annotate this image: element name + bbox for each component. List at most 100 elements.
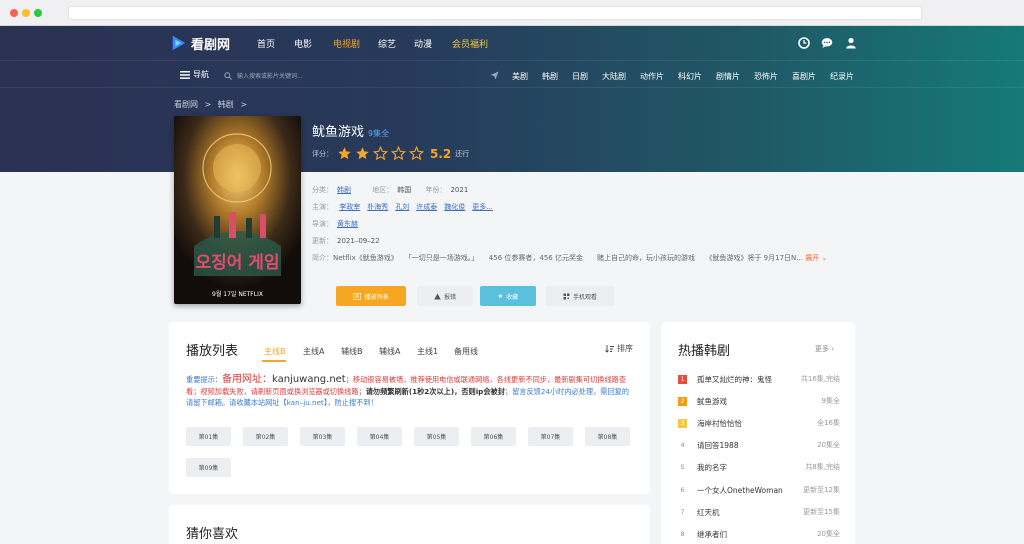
maximize-window-dot[interactable] [34,9,42,17]
cast-link[interactable]: 魏化俊 [444,203,465,211]
star-filled-icon[interactable] [355,146,370,161]
address-bar[interactable] [68,6,922,20]
breadcrumb-separator: > [204,100,212,109]
category-documentary[interactable]: 纪录片 [830,71,854,82]
category-japanese-drama[interactable]: 日剧 [572,71,588,82]
tab-main-b[interactable]: 主线B [264,346,286,357]
episode-button[interactable]: 第03集 [300,427,345,446]
breadcrumb-separator: > [240,100,248,109]
rank-badge: 2 [678,396,687,406]
episode-button[interactable]: 第04集 [357,427,402,446]
description: 简介：Netflix《鱿鱼游戏》 「一切只是一场游戏。」 456 位参赛者，45… [312,252,852,264]
show-poster[interactable]: 오징어 게임 9월 17일 NETFLIX [174,116,301,304]
desc-expand-link[interactable]: 展开 ⌄ [805,254,827,262]
rating-stars[interactable] [337,146,427,161]
cast-link[interactable]: 朴海秀 [367,203,388,211]
rating-label: 评分： [312,149,333,158]
site-logo[interactable]: 看剧网 [170,33,230,53]
tab-aux-a[interactable]: 辅线A [379,346,400,357]
notice-label: 重要提示： [186,375,222,384]
hot-list-item[interactable]: 3 海岸村恰恰恰 全16集 [678,416,840,430]
close-window-dot[interactable] [10,9,18,17]
episode-button[interactable]: 第07集 [528,427,573,446]
sort-button[interactable]: 排序 [605,343,633,354]
nav-tv-series[interactable]: 电视剧 [333,37,360,50]
category-link[interactable]: 韩剧 [337,186,351,194]
hot-item-status: 共16集,完结 [800,375,840,383]
episodes-badge: 9集全 [368,129,390,138]
nav-variety[interactable]: 综艺 [378,37,396,50]
tab-main-1[interactable]: 主线1 [417,346,438,357]
sort-label: 排序 [617,344,633,353]
star-filled-icon[interactable] [337,146,352,161]
hot-list-item[interactable]: 7 红天机 更新至15集 [678,505,840,519]
tab-main-a[interactable]: 主线A [303,346,324,357]
category-label: 分类： [312,186,333,194]
hot-list-item[interactable]: 4 请回答1988 20集全 [678,438,840,452]
cast-link[interactable]: 李政宰 [339,203,360,211]
mobile-watch-button[interactable]: 手机观看 [546,286,614,306]
updated-value: 2021–09–22 [337,237,380,245]
hot-list-item[interactable]: 2 鱿鱼游戏 9集全 [678,394,840,408]
menu-label: 导航 [193,70,209,79]
clock-icon[interactable] [798,37,810,49]
category-korean-drama[interactable]: 韩剧 [542,71,558,82]
report-button[interactable]: 报错 [417,286,473,306]
hot-list-item[interactable]: 6 一个女人OnetheWoman 更新至12集 [678,483,840,497]
breadcrumb-home[interactable]: 看剧网 [174,100,198,109]
category-us-drama[interactable]: 美剧 [512,71,528,82]
category-mainland-drama[interactable]: 大陆剧 [602,71,626,82]
director-link[interactable]: 黄东赫 [337,220,358,228]
nav-movies[interactable]: 电影 [294,37,312,50]
notice-text: 重要提示：备用网址：kanjuwang.net；移动很容易被墙，推荐使用电信或联… [186,374,632,409]
nav-anime[interactable]: 动漫 [414,37,432,50]
category-drama[interactable]: 剧情片 [716,71,740,82]
hot-item-name: 鱿鱼游戏 [697,396,727,406]
hot-item-name: 红天机 [697,507,720,517]
episode-button[interactable]: 第06集 [471,427,516,446]
breadcrumb-section[interactable]: 韩剧 [218,100,234,109]
episode-button[interactable]: 第01集 [186,427,231,446]
site-header: 看剧网 首页 电影 电视剧 综艺 动漫 会员福利 导航 输入搜索或影片关键词..… [0,26,1024,172]
episode-button[interactable]: 第05集 [414,427,459,446]
minimize-window-dot[interactable] [22,9,30,17]
nav-member-benefits[interactable]: 会员福利 [452,37,488,50]
menu-button[interactable]: 导航 [180,69,209,80]
hot-list-item[interactable]: 1 孤单又灿烂的神：鬼怪 共16集,完结 [678,372,840,386]
star-empty-icon[interactable] [391,146,406,161]
star-empty-icon[interactable] [373,146,388,161]
nav-home[interactable]: 首页 [257,37,275,50]
episode-button[interactable]: 第02集 [243,427,288,446]
playlist-title: 播放列表 [186,344,239,359]
cast-row: 主演： 李政宰 朴海秀 孔刘 许成泰 魏化俊 更多... [312,202,500,212]
search-input[interactable]: 输入搜索或影片关键词... [224,70,474,81]
hot-more-link[interactable]: 更多 › [815,344,834,354]
cast-more-link[interactable]: 更多... [472,203,493,211]
rank-badge: 1 [678,374,687,384]
category-comedy[interactable]: 喜剧片 [792,71,816,82]
chat-icon[interactable] [821,37,833,49]
user-icon[interactable] [845,37,857,49]
episode-button[interactable]: 第08集 [585,427,630,446]
category-action[interactable]: 动作片 [640,71,664,82]
category-scifi[interactable]: 科幻片 [678,71,702,82]
hot-item-status: 全16集 [817,419,840,427]
category-horror[interactable]: 恐怖片 [754,71,778,82]
play-list-button[interactable]: 播放列表 [336,286,406,306]
rating-row: 评分： 5.2 还行 [312,146,469,161]
hot-list-item[interactable]: 5 我的名字 共8集,完结 [678,460,840,474]
star-empty-icon[interactable] [409,146,424,161]
tab-backup[interactable]: 备用线 [454,346,478,357]
favorite-button[interactable]: ★ 收藏 [480,286,536,306]
notice-part-2: 请勿频繁刷新(1秒2次以上)，否则ip会被封 [365,386,505,396]
cast-link[interactable]: 许成泰 [416,203,437,211]
breadcrumb: 看剧网 > 韩剧 > [174,99,247,110]
menu-icon [180,70,190,79]
tab-aux-b[interactable]: 辅线B [341,346,363,357]
cast-link[interactable]: 孔刘 [395,203,409,211]
episode-button[interactable]: 第09集 [186,458,231,477]
alt-url[interactable]: kanjuwang.net [272,374,346,385]
poster-caption: 9월 17일 NETFLIX [212,290,263,298]
hot-list-item[interactable]: 8 继承者们 20集全 [678,527,840,541]
hot-item-name: 我的名字 [697,462,727,472]
